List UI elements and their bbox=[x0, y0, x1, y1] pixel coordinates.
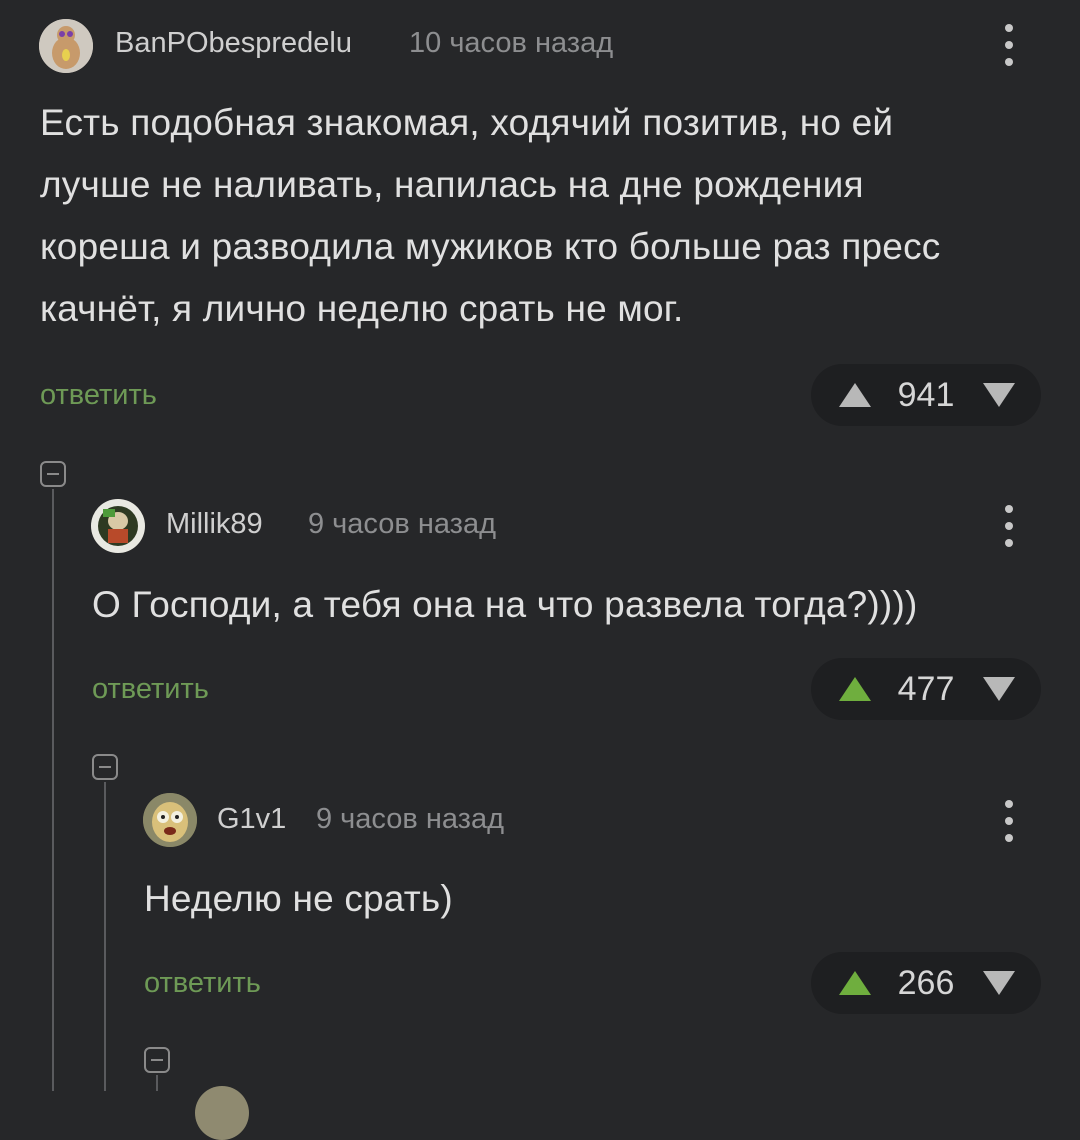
thread-line bbox=[52, 489, 54, 1091]
avatar[interactable] bbox=[195, 1086, 249, 1140]
avatar[interactable] bbox=[143, 793, 197, 847]
more-options-icon[interactable] bbox=[994, 501, 1024, 551]
thread-line bbox=[104, 782, 106, 1091]
comment-time: 9 часов назад bbox=[316, 803, 505, 835]
collapse-thread-icon[interactable] bbox=[144, 1047, 170, 1073]
vote-widget: 266 bbox=[811, 952, 1041, 1014]
more-options-icon[interactable] bbox=[994, 20, 1024, 70]
reply-link[interactable]: ответить bbox=[40, 379, 157, 412]
collapse-thread-icon[interactable] bbox=[92, 754, 118, 780]
vote-widget: 941 bbox=[811, 364, 1041, 426]
comment-author[interactable]: Millik89 bbox=[166, 508, 263, 541]
comment-time: 10 часов назад bbox=[409, 27, 614, 59]
reply-link[interactable]: ответить bbox=[144, 967, 261, 1000]
comment-time: 9 часов назад bbox=[308, 508, 497, 540]
comment-author[interactable]: G1v1 bbox=[217, 803, 286, 836]
comment-text: Есть подобная знакомая, ходячий позитив,… bbox=[40, 102, 941, 329]
downvote-icon[interactable] bbox=[981, 674, 1017, 704]
vote-widget: 477 bbox=[811, 658, 1041, 720]
avatar[interactable] bbox=[39, 19, 93, 73]
downvote-icon[interactable] bbox=[981, 968, 1017, 998]
thread-line bbox=[156, 1075, 158, 1091]
collapse-thread-icon[interactable] bbox=[40, 461, 66, 487]
reply-link[interactable]: ответить bbox=[92, 673, 209, 706]
comment-author[interactable]: BanPObespredelu bbox=[115, 27, 352, 60]
downvote-icon[interactable] bbox=[981, 380, 1017, 410]
avatar[interactable] bbox=[91, 499, 145, 553]
comment-text: Неделю не срать) bbox=[144, 878, 453, 919]
more-options-icon[interactable] bbox=[994, 796, 1024, 846]
comment-text: О Господи, а тебя она на что развела тог… bbox=[92, 584, 918, 625]
